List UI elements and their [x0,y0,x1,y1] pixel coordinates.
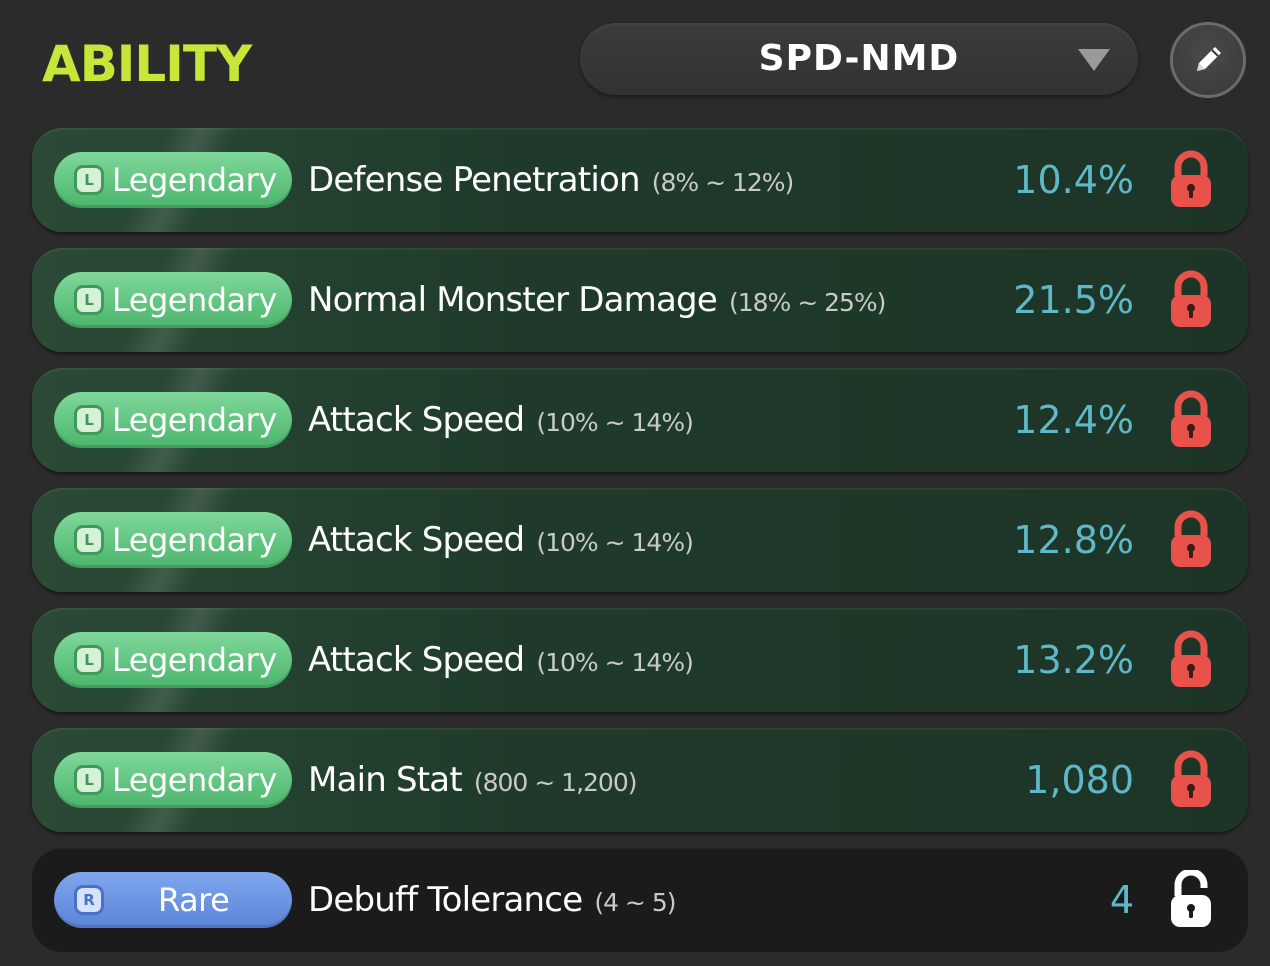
stat-value: 1,080 [1025,758,1134,802]
panel-title: ABILITY [42,35,252,93]
stat-name: Debuff Tolerance (4 ~ 5) [308,848,676,952]
stat-name-text: Attack Speed [308,640,525,680]
preset-label: SPD-NMD [758,38,960,79]
stat-range: (18% ~ 25%) [728,288,886,317]
stat-range: (10% ~ 14%) [536,408,693,437]
stat-name: Normal Monster Damage (18% ~ 25%) [308,248,886,352]
stat-value: 4 [1109,878,1134,922]
unlock-icon[interactable] [1168,868,1214,930]
stat-value: 12.4% [1013,398,1134,442]
stat-value: 10.4% [1013,158,1134,202]
grade-icon: L [74,765,104,795]
grade-label: Legendary [112,521,277,559]
ability-row-2: L Legendary Normal Monster Damage (18% ~ … [32,248,1248,352]
grade-icon: L [74,645,104,675]
preset-dropdown[interactable]: SPD-NMD [580,23,1138,95]
grade-icon: L [74,165,104,195]
ability-row-1: L Legendary Defense Penetration (8% ~ 12%… [32,128,1248,232]
grade-badge: L Legendary [54,272,292,328]
ability-panel: ABILITY SPD-NMD L Legendary Defense Pene… [0,0,1270,966]
stat-range: (8% ~ 12%) [651,168,795,197]
ability-row-4: L Legendary Attack Speed (10% ~ 14%) 12.8… [32,488,1248,592]
stat-name: Defense Penetration (8% ~ 12%) [308,128,795,232]
stat-value: 21.5% [1013,278,1134,322]
ability-row-3: L Legendary Attack Speed (10% ~ 14%) 12.4… [32,368,1248,472]
grade-icon: R [74,885,104,915]
grade-icon: L [74,525,104,555]
grade-badge: L Legendary [54,392,292,448]
lock-icon[interactable] [1168,270,1214,330]
ability-list: L Legendary Defense Penetration (8% ~ 12%… [32,128,1248,966]
stat-range: (800 ~ 1,200) [473,768,638,797]
lock-icon[interactable] [1168,150,1214,210]
grade-label: Legendary [112,281,277,319]
grade-label: Legendary [112,761,277,799]
stat-value: 12.8% [1013,518,1134,562]
ability-header: ABILITY SPD-NMD [0,0,1270,122]
ability-row-6: L Legendary Main Stat (800 ~ 1,200) 1,080 [32,728,1248,832]
grade-badge: L Legendary [54,512,292,568]
grade-icon: L [74,405,104,435]
stat-name: Attack Speed (10% ~ 14%) [308,368,694,472]
stat-name-text: Normal Monster Damage [308,280,718,320]
grade-label: Rare [158,881,230,919]
stat-name: Main Stat (800 ~ 1,200) [308,728,637,832]
grade-icon: L [74,285,104,315]
ability-row-5: L Legendary Attack Speed (10% ~ 14%) 13.2… [32,608,1248,712]
grade-label: Legendary [112,641,277,679]
stat-name: Attack Speed (10% ~ 14%) [308,488,694,592]
stat-range: (10% ~ 14%) [536,528,693,557]
lock-icon[interactable] [1168,750,1214,810]
lock-icon[interactable] [1168,510,1214,570]
grade-badge: L Legendary [54,152,292,208]
stat-range: (4 ~ 5) [594,888,676,917]
grade-label: Legendary [112,401,277,439]
grade-label: Legendary [112,161,277,199]
grade-badge: L Legendary [54,752,292,808]
lock-icon[interactable] [1168,390,1214,450]
chevron-down-icon [1078,49,1110,71]
stat-value: 13.2% [1013,638,1134,682]
grade-badge: R Rare [54,872,292,928]
pencil-icon [1197,47,1221,71]
stat-name-text: Attack Speed [308,520,525,560]
lock-icon[interactable] [1168,630,1214,690]
stat-name-text: Main Stat [308,760,463,800]
ability-row-7: R Rare Debuff Tolerance (4 ~ 5) 4 [32,848,1248,952]
stat-range: (10% ~ 14%) [536,648,693,677]
stat-name-text: Attack Speed [308,400,525,440]
stat-name-text: Debuff Tolerance [308,880,583,920]
stat-name: Attack Speed (10% ~ 14%) [308,608,694,712]
edit-button[interactable] [1170,22,1246,98]
stat-name-text: Defense Penetration [308,160,641,200]
grade-badge: L Legendary [54,632,292,688]
